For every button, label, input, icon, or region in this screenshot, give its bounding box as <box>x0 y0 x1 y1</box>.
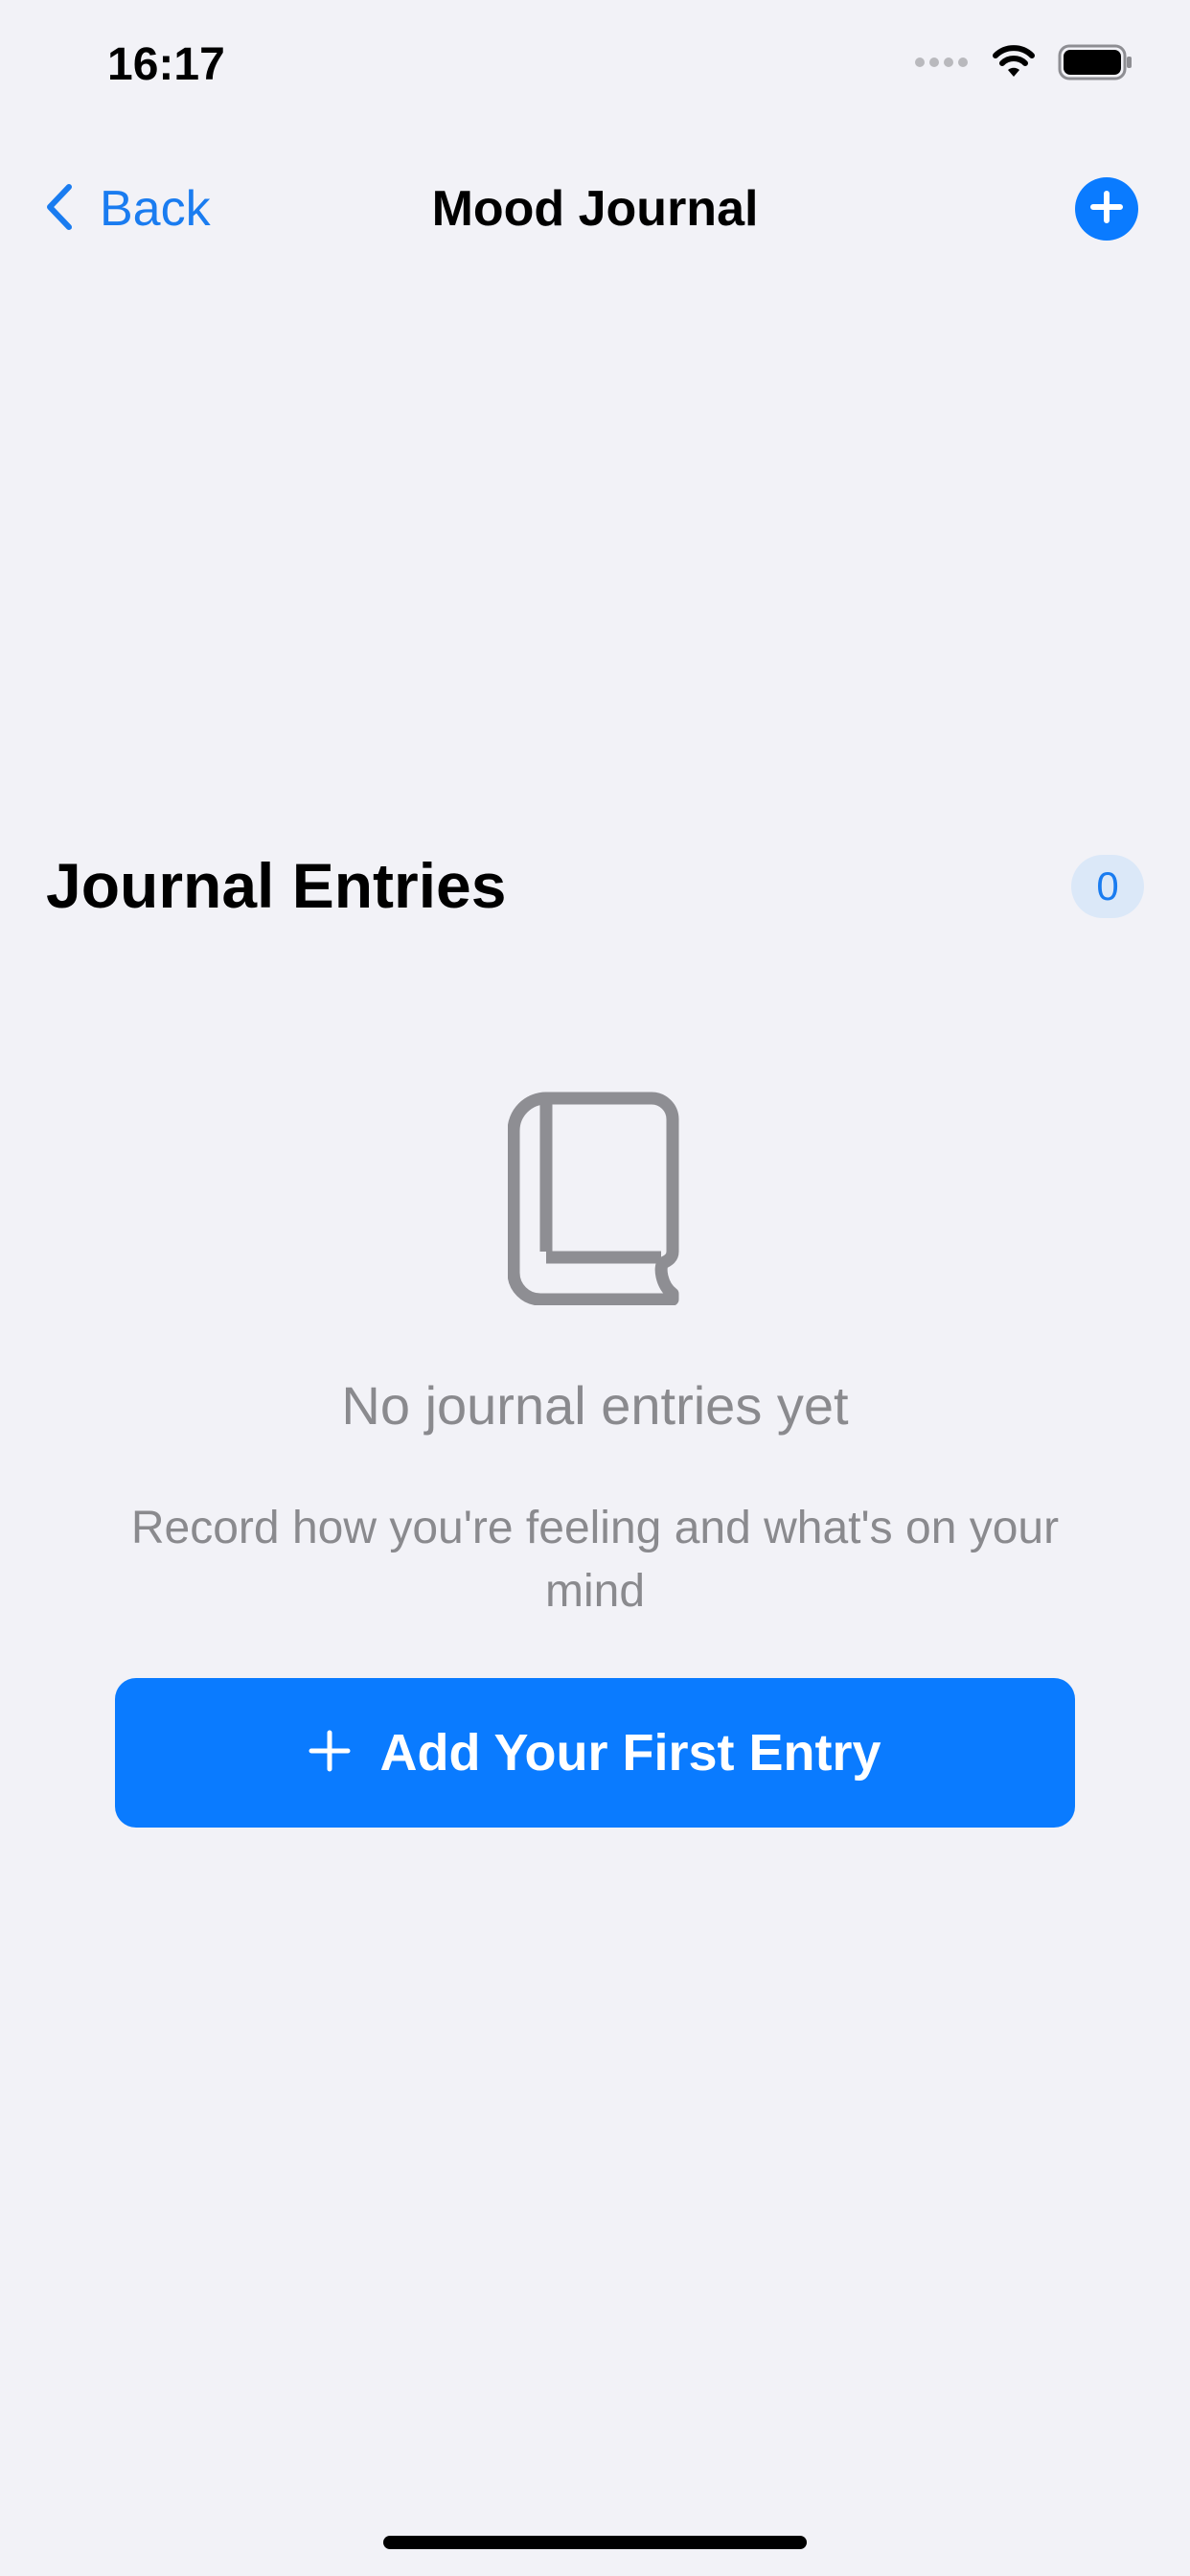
status-time: 16:17 <box>107 39 225 90</box>
empty-state-subtitle: Record how you're feeling and what's on … <box>130 1503 1060 1617</box>
status-icons <box>914 44 1133 85</box>
add-entry-button[interactable] <box>1075 177 1138 241</box>
wifi-icon <box>991 45 1037 84</box>
plus-circle-icon <box>1088 189 1125 230</box>
plus-icon <box>309 1730 351 1777</box>
empty-state-title: No journal entries yet <box>341 1375 849 1436</box>
section-title: Journal Entries <box>46 850 507 921</box>
entry-count-badge: 0 <box>1071 855 1144 918</box>
battery-icon <box>1058 44 1133 85</box>
signal-dots-icon <box>914 56 970 74</box>
book-icon <box>507 1089 682 1310</box>
add-first-entry-label: Add Your First Entry <box>379 1724 881 1782</box>
home-indicator[interactable] <box>383 2536 807 2549</box>
add-first-entry-button[interactable]: Add Your First Entry <box>115 1678 1075 1828</box>
page-title: Mood Journal <box>431 181 759 237</box>
